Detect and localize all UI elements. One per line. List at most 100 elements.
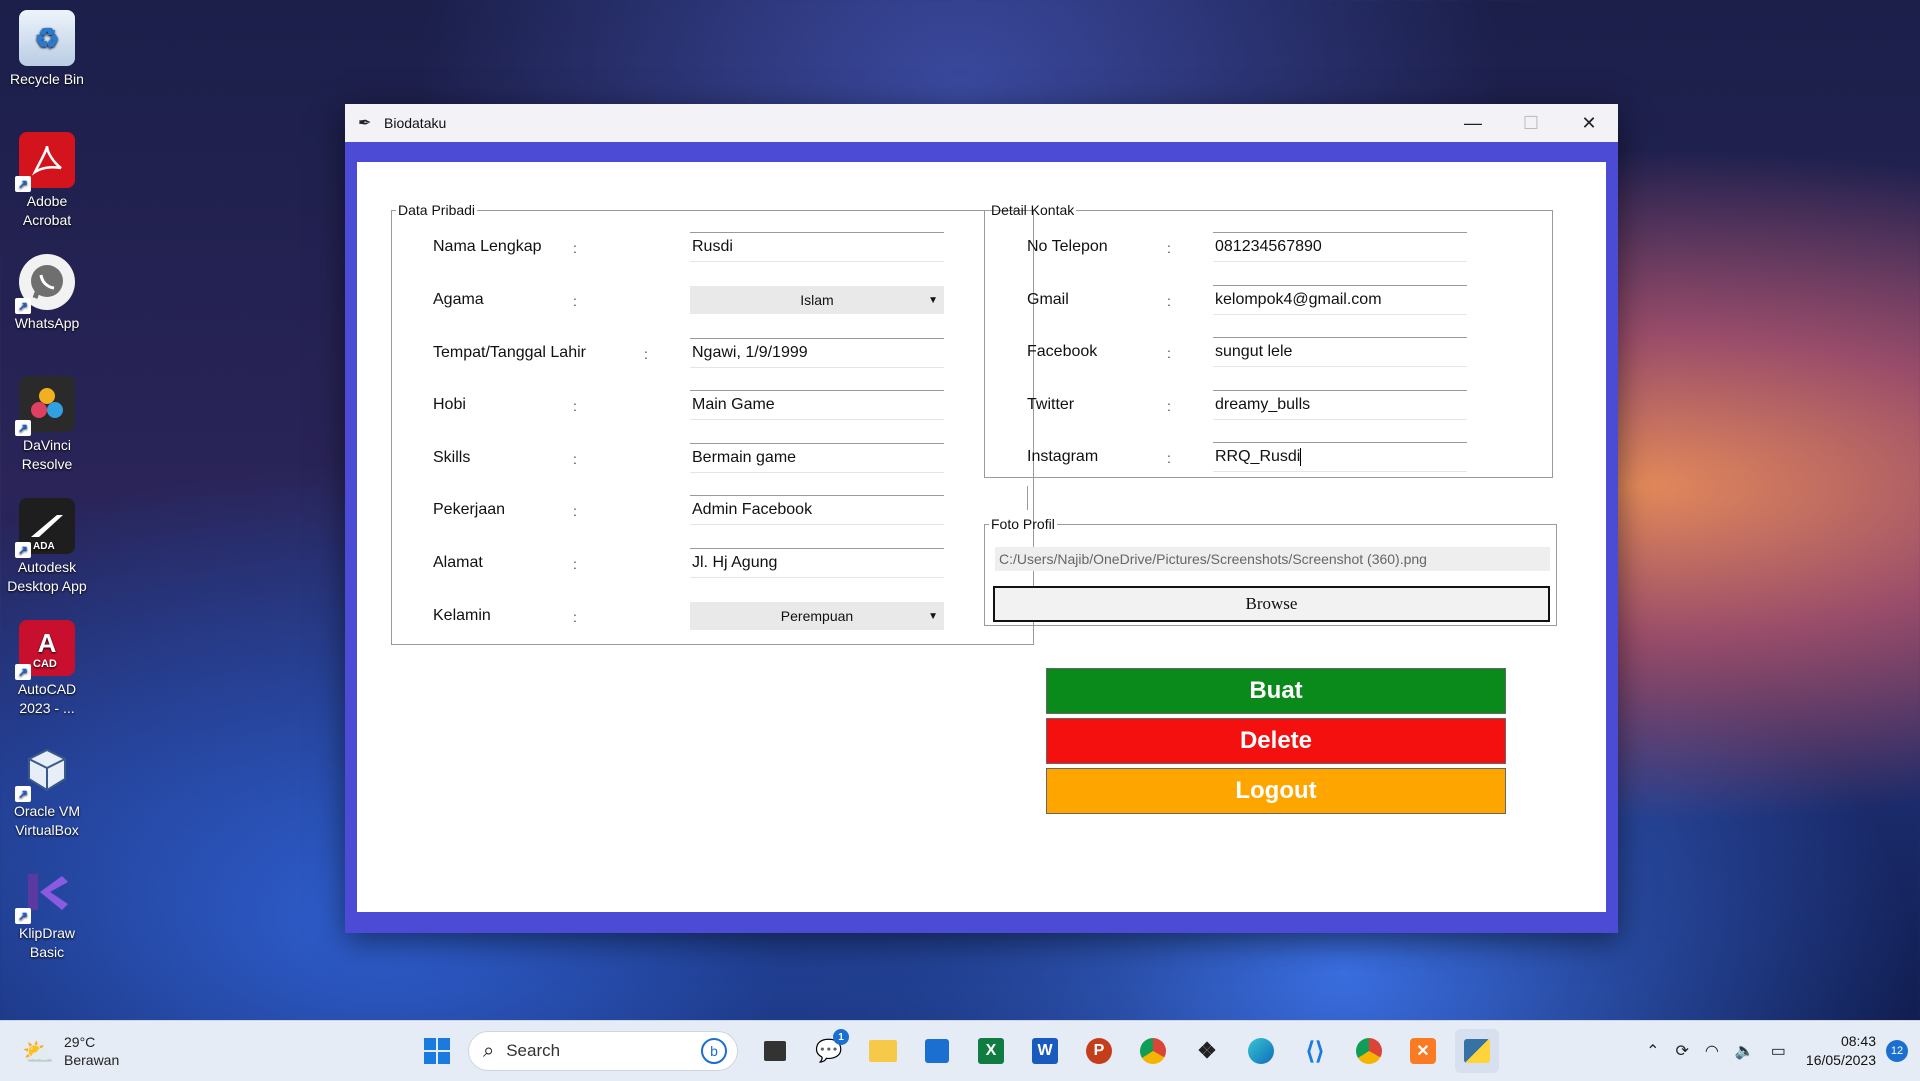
- system-tray: ⌃ ⟳ ◠ 🔈 ▭ 08:43 16/05/2023 12: [1638, 1021, 1920, 1081]
- bing-icon[interactable]: b: [701, 1038, 727, 1064]
- desktop-icon-autocad[interactable]: A CAD ↗ AutoCAD 2023 - ...: [2, 614, 92, 718]
- shortcut-arrow-icon: ↗: [15, 664, 31, 680]
- excel-icon: X: [978, 1038, 1004, 1064]
- weather-widget[interactable]: ⛅ 29°C Berawan: [22, 1033, 119, 1069]
- buat-button[interactable]: Buat: [1046, 668, 1506, 714]
- telepon-input[interactable]: 081234567890: [1213, 232, 1467, 262]
- kelamin-select[interactable]: Perempuan ▼: [690, 602, 944, 630]
- detail-kontak-legend: Detail Kontak: [991, 202, 1075, 218]
- instagram-input[interactable]: RRQ_Rusdi: [1213, 442, 1467, 472]
- chrome-icon: [1140, 1038, 1166, 1064]
- logout-button[interactable]: Logout: [1046, 768, 1506, 814]
- virtualbox-icon: ↗: [15, 742, 75, 802]
- pekerjaan-colon: :: [573, 503, 577, 519]
- partly-cloudy-icon: ⛅: [22, 1037, 55, 1067]
- desktop-icon-autodesk[interactable]: ADA ↗ Autodesk Desktop App: [2, 492, 92, 596]
- teams-chat-button[interactable]: 💬 1: [807, 1029, 851, 1073]
- dropdown-arrow-icon: ▼: [928, 610, 938, 622]
- agama-colon: :: [573, 293, 577, 309]
- shortcut-arrow-icon: ↗: [15, 176, 31, 192]
- store-icon: [925, 1039, 949, 1063]
- recycle-bin-icon: ♻: [19, 10, 75, 66]
- powerpoint-button[interactable]: P: [1077, 1029, 1121, 1073]
- clock-time: 08:43: [1840, 1033, 1876, 1049]
- twitter-colon: :: [1167, 398, 1171, 414]
- text-cursor: [1300, 448, 1302, 466]
- wifi-icon[interactable]: ◠: [1705, 1041, 1719, 1061]
- python-app-button[interactable]: [1455, 1029, 1499, 1073]
- telepon-label: No Telepon: [1027, 238, 1108, 255]
- desktop-icon-whatsapp[interactable]: ↗ WhatsApp: [2, 248, 92, 333]
- twitter-label: Twitter: [1027, 396, 1075, 413]
- frame-connector-line: [1027, 486, 1028, 510]
- skills-label: Skills: [433, 449, 471, 466]
- desktop-icon-virtualbox[interactable]: ↗ Oracle VM VirtualBox: [2, 736, 92, 840]
- nama-input[interactable]: Rusdi: [690, 232, 944, 262]
- taskbar-apps: ⌕ Search b 💬 1 X W P ❖ ⟨⟩ ✕: [410, 1029, 1504, 1073]
- skills-input[interactable]: Bermain game: [690, 443, 944, 473]
- alamat-input[interactable]: Jl. Hj Agung: [690, 548, 944, 578]
- facebook-label: Facebook: [1027, 343, 1098, 360]
- desktop-icon-klipdraw[interactable]: ↗ KlipDraw Basic: [2, 858, 92, 962]
- telepon-colon: :: [1167, 240, 1171, 256]
- gmail-colon: :: [1167, 293, 1171, 309]
- hobi-input[interactable]: Main Game: [690, 390, 944, 420]
- pekerjaan-input[interactable]: Admin Facebook: [690, 495, 944, 525]
- desktop-icon-adobe-acrobat[interactable]: ↗ Adobe Acrobat: [2, 126, 92, 230]
- ada-badge: ADA: [33, 541, 55, 552]
- python-icon: [1464, 1039, 1490, 1063]
- vscode-button[interactable]: ⟨⟩: [1293, 1029, 1337, 1073]
- word-button[interactable]: W: [1023, 1029, 1067, 1073]
- ttl-input[interactable]: Ngawi, 1/9/1999: [690, 338, 944, 368]
- start-button[interactable]: [415, 1029, 459, 1073]
- browse-button[interactable]: Browse: [993, 586, 1550, 622]
- dropbox-button[interactable]: ❖: [1185, 1029, 1229, 1073]
- minimize-button[interactable]: —: [1444, 104, 1502, 142]
- chrome-icon: [1356, 1038, 1382, 1064]
- close-button[interactable]: ✕: [1560, 104, 1618, 142]
- maximize-button[interactable]: ☐: [1502, 104, 1560, 142]
- desktop-icon-label: Oracle VM VirtualBox: [13, 803, 81, 838]
- alamat-colon: :: [573, 556, 577, 572]
- file-explorer-button[interactable]: [861, 1029, 905, 1073]
- gmail-label: Gmail: [1027, 291, 1069, 308]
- desktop-icon-davinci-resolve[interactable]: ↗ DaVinci Resolve: [2, 370, 92, 474]
- sync-icon[interactable]: ⟳: [1676, 1041, 1689, 1061]
- facebook-input[interactable]: sungut lele: [1213, 337, 1467, 367]
- dropdown-arrow-icon: ▼: [928, 294, 938, 306]
- twitter-input[interactable]: dreamy_bulls: [1213, 390, 1467, 420]
- agama-label: Agama: [433, 291, 484, 308]
- taskbar-search[interactable]: ⌕ Search b: [468, 1031, 738, 1071]
- excel-button[interactable]: X: [969, 1029, 1013, 1073]
- xampp-button[interactable]: ✕: [1401, 1029, 1445, 1073]
- chrome-profile-button[interactable]: [1347, 1029, 1391, 1073]
- chrome-button[interactable]: [1131, 1029, 1175, 1073]
- desktop-icon-label: Adobe Acrobat: [22, 193, 72, 228]
- alamat-label: Alamat: [433, 554, 483, 571]
- chat-badge: 1: [833, 1029, 849, 1045]
- delete-button[interactable]: Delete: [1046, 718, 1506, 764]
- autocad-glyph: A: [37, 627, 57, 658]
- notification-badge[interactable]: 12: [1886, 1040, 1908, 1062]
- desktop-icon-label: WhatsApp: [14, 315, 80, 331]
- clock[interactable]: 08:43 16/05/2023: [1806, 1032, 1876, 1070]
- kelamin-label: Kelamin: [433, 607, 491, 624]
- microsoft-store-button[interactable]: [915, 1029, 959, 1073]
- speaker-icon[interactable]: 🔈: [1735, 1041, 1755, 1061]
- ttl-colon: :: [644, 346, 648, 362]
- desktop-icon-label: AutoCAD 2023 - ...: [17, 681, 77, 716]
- chevron-up-icon[interactable]: ⌃: [1646, 1041, 1659, 1061]
- task-view-button[interactable]: [753, 1029, 797, 1073]
- edge-button[interactable]: [1239, 1029, 1283, 1073]
- nama-colon: :: [573, 240, 577, 256]
- foto-path-field[interactable]: C:/Users/Najib/OneDrive/Pictures/Screens…: [995, 547, 1550, 571]
- window-client-area: Data Pribadi Nama Lengkap : Rusdi Agama …: [357, 162, 1606, 912]
- agama-select[interactable]: Islam ▼: [690, 286, 944, 314]
- word-icon: W: [1032, 1038, 1058, 1064]
- gmail-input[interactable]: kelompok4@gmail.com: [1213, 285, 1467, 315]
- desktop-icon-recycle-bin[interactable]: ♻ Recycle Bin: [2, 4, 92, 89]
- window-titlebar[interactable]: ✒ Biodataku — ☐ ✕: [345, 104, 1618, 142]
- battery-icon[interactable]: ▭: [1771, 1041, 1786, 1061]
- shortcut-arrow-icon: ↗: [15, 298, 31, 314]
- skills-colon: :: [573, 451, 577, 467]
